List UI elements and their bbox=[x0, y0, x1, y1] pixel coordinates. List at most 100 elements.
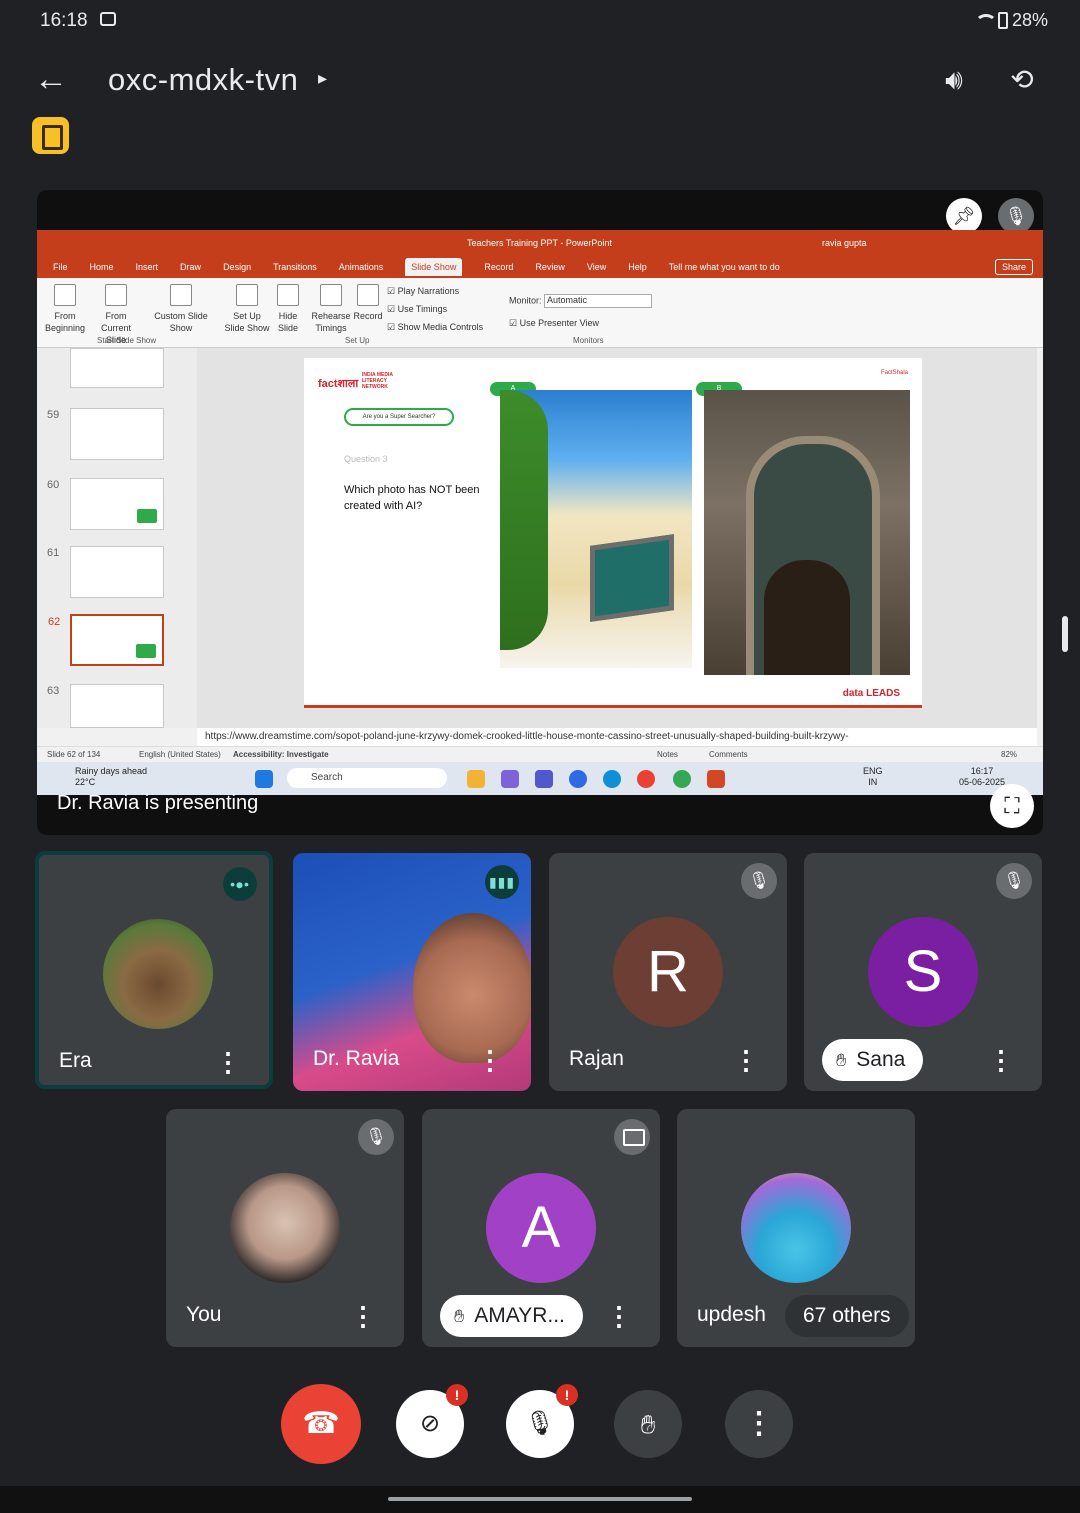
tab-design[interactable]: Design bbox=[223, 262, 251, 272]
others-count[interactable]: 67 others bbox=[785, 1295, 909, 1337]
accessibility-status[interactable]: Accessibility: Investigate bbox=[233, 750, 329, 759]
participant-tile-others[interactable]: updesh 67 others bbox=[677, 1109, 915, 1347]
switch-camera-icon[interactable]: ⟲ bbox=[1002, 60, 1042, 100]
tab-animations[interactable]: Animations bbox=[339, 262, 384, 272]
raise-hand-button[interactable]: ✋︎ bbox=[614, 1390, 682, 1458]
zoom-app-icon[interactable] bbox=[569, 770, 587, 788]
avatar: A bbox=[486, 1173, 596, 1283]
tab-transitions[interactable]: Transitions bbox=[273, 262, 317, 272]
more-options-button[interactable]: ⋮ bbox=[725, 1390, 793, 1458]
hide-slide-button[interactable]: Hide Slide bbox=[275, 284, 301, 334]
slide-thumbnail[interactable]: 60 bbox=[47, 478, 164, 530]
tab-file[interactable]: File bbox=[53, 262, 68, 272]
slide-count: Slide 62 of 134 bbox=[47, 750, 101, 759]
raised-hand-badge: ✋︎ Sana bbox=[822, 1039, 924, 1081]
participant-tile-you[interactable]: 🎙︎ You ⋮ bbox=[166, 1109, 404, 1347]
more-vert-icon[interactable]: ⋮ bbox=[606, 1301, 632, 1332]
participant-tile-rajan[interactable]: 🎙︎ R Rajan ⋮ bbox=[549, 853, 787, 1091]
slide-thumbnail[interactable] bbox=[70, 348, 164, 388]
chrome-icon[interactable] bbox=[637, 770, 655, 788]
slide-canvas: factशाला INDIA MEDIA LITERACY NETWORK Ar… bbox=[197, 348, 1037, 728]
set-up-show-button[interactable]: Set Up Slide Show bbox=[223, 284, 271, 334]
weather-widget[interactable]: Rainy days ahead 22°C bbox=[75, 766, 147, 788]
more-vert-icon[interactable]: ⋮ bbox=[988, 1045, 1014, 1076]
edge-icon[interactable] bbox=[603, 770, 621, 788]
more-vert-icon[interactable]: ⋮ bbox=[477, 1045, 503, 1076]
language-status[interactable]: English (United States) bbox=[139, 750, 221, 759]
tell-me-search[interactable]: Tell me what you want to do bbox=[669, 262, 780, 272]
presentation-stage[interactable]: 📌︎ 🎙︎ Teachers Training PPT - PowerPoint… bbox=[37, 190, 1043, 835]
battery-level: 28% bbox=[1011, 10, 1048, 30]
tab-home[interactable]: Home bbox=[90, 262, 114, 272]
slide-thumbnail-selected[interactable]: 62 bbox=[48, 614, 164, 666]
from-beginning-button[interactable]: From Beginning bbox=[43, 284, 87, 334]
participant-tile-dr-ravia[interactable]: ▮▮▮ Dr. Ravia ⋮ bbox=[293, 853, 531, 1091]
screen-record-icon bbox=[100, 12, 116, 26]
more-vert-icon[interactable]: ⋮ bbox=[733, 1045, 759, 1076]
battery-icon bbox=[997, 12, 1008, 29]
back-arrow-icon[interactable]: ← bbox=[34, 62, 70, 98]
more-vert-icon[interactable]: ⋮ bbox=[215, 1047, 241, 1078]
camera-toggle-button[interactable]: ⊘ ! bbox=[396, 1384, 468, 1458]
more-vert-icon: ⋮ bbox=[744, 1407, 774, 1440]
slide-thumbnail-panel[interactable]: 59 60 61 62 63 bbox=[37, 348, 197, 728]
use-timings-checkbox[interactable]: Use Timings bbox=[387, 304, 448, 315]
tab-view[interactable]: View bbox=[587, 262, 606, 272]
home-indicator[interactable] bbox=[388, 1497, 692, 1501]
group-monitors-label: Monitors bbox=[573, 336, 604, 345]
tab-record[interactable]: Record bbox=[484, 262, 513, 272]
ppt-user: ravia gupta bbox=[822, 238, 867, 248]
slide-thumbnail[interactable]: 63 bbox=[47, 684, 164, 728]
participant-tile-amayr[interactable]: A ✋︎ AMAYR... ⋮ bbox=[422, 1109, 660, 1347]
slide-thumbnail[interactable]: 61 bbox=[47, 546, 164, 598]
taskbar-search[interactable]: Search bbox=[287, 768, 447, 788]
meeting-code[interactable]: oxc-mdxk-tvn bbox=[108, 62, 298, 98]
more-vert-icon[interactable]: ⋮ bbox=[350, 1301, 376, 1332]
record-button[interactable]: Record bbox=[353, 284, 383, 322]
input-language[interactable]: ENG IN bbox=[863, 766, 883, 788]
participant-tile-era[interactable]: •⦁• Era ⋮ bbox=[35, 851, 273, 1089]
notes-pane[interactable]: https://www.dreamstime.com/sopot-poland-… bbox=[197, 728, 1037, 746]
notes-toggle[interactable]: Notes bbox=[657, 750, 678, 759]
comments-toggle[interactable]: Comments bbox=[709, 750, 748, 759]
chrome-profile-icon[interactable] bbox=[673, 770, 691, 788]
ppt-status-bar: Slide 62 of 134 English (United States) … bbox=[37, 746, 1043, 762]
tab-insert[interactable]: Insert bbox=[136, 262, 159, 272]
monitor-select[interactable]: Monitor: Automatic bbox=[509, 294, 653, 308]
mic-toggle-button[interactable]: 🎙︎ ! bbox=[506, 1384, 578, 1458]
play-narrations-checkbox[interactable]: Play Narrations bbox=[387, 286, 460, 297]
host-controls-icon[interactable] bbox=[32, 117, 69, 154]
taskbar-clock[interactable]: 16:17 05-06-2025 bbox=[959, 766, 1005, 788]
tab-help[interactable]: Help bbox=[628, 262, 647, 272]
copilot-icon[interactable] bbox=[501, 770, 519, 788]
slide-thumbnail[interactable]: 59 bbox=[47, 408, 164, 460]
teams-icon[interactable] bbox=[535, 770, 553, 788]
status-right: 28% bbox=[974, 10, 1048, 31]
shared-powerpoint: Teachers Training PPT - PowerPoint ravia… bbox=[37, 230, 1043, 795]
tab-review[interactable]: Review bbox=[535, 262, 565, 272]
speaker-icon[interactable]: 🔊︎ bbox=[934, 60, 974, 100]
show-media-checkbox[interactable]: Show Media Controls bbox=[387, 322, 484, 333]
raised-hand-badge: ✋︎ AMAYR... bbox=[440, 1295, 583, 1337]
participant-tile-sana[interactable]: 🎙︎ S ✋︎ Sana ⋮ bbox=[804, 853, 1042, 1091]
avatar: S bbox=[868, 917, 978, 1027]
ppt-window-title: Teachers Training PPT - PowerPoint bbox=[467, 238, 612, 248]
speaking-indicator-icon: •⦁• bbox=[223, 867, 257, 901]
presenter-view-checkbox[interactable]: Use Presenter View bbox=[509, 318, 599, 329]
scroll-indicator[interactable] bbox=[1062, 616, 1068, 652]
file-explorer-icon[interactable] bbox=[467, 770, 485, 788]
fullscreen-icon[interactable]: ⛶ bbox=[990, 784, 1034, 828]
caret-right-icon[interactable]: ▸ bbox=[318, 68, 327, 89]
windows-start-icon[interactable] bbox=[255, 770, 273, 788]
tab-draw[interactable]: Draw bbox=[180, 262, 201, 272]
custom-show-button[interactable]: Custom Slide Show bbox=[149, 284, 213, 334]
tab-slide-show[interactable]: Slide Show bbox=[405, 258, 463, 276]
powerpoint-icon[interactable] bbox=[707, 770, 725, 788]
ppt-ribbon: From Beginning From Current Slide Custom… bbox=[37, 278, 1043, 348]
end-call-button[interactable]: ☎︎ bbox=[281, 1384, 361, 1464]
pin-icon[interactable]: 📌︎ bbox=[946, 198, 982, 234]
avatar bbox=[741, 1173, 851, 1283]
zoom-level[interactable]: 82% bbox=[1001, 750, 1017, 759]
rehearse-button[interactable]: Rehearse Timings bbox=[309, 284, 353, 334]
share-button[interactable]: Share bbox=[994, 259, 1033, 275]
